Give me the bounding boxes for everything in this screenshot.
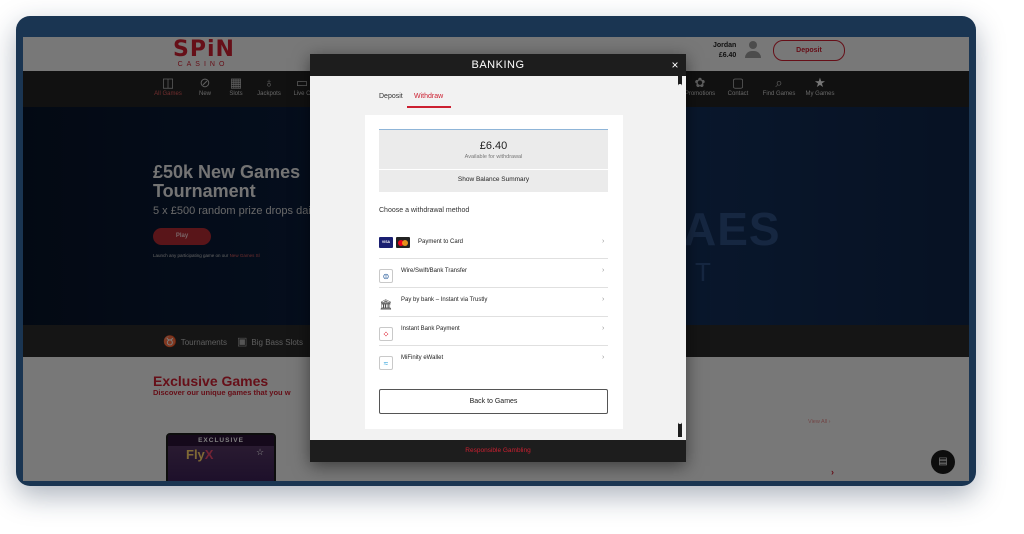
divider [379, 169, 608, 170]
tab-withdraw[interactable]: Withdraw [414, 93, 443, 100]
method-label: Wire/Swift/Bank Transfer [401, 268, 468, 274]
banking-modal: BANKING × Deposit Withdraw £6.40 Availab… [310, 54, 686, 462]
page-viewport: SPiN CASINO Jordan £6.40 Deposit ◫ All G… [23, 37, 969, 481]
show-balance-summary-button[interactable]: Show Balance Summary [379, 176, 608, 183]
mastercard-icon [396, 237, 410, 248]
method-instant-bank-payment[interactable]: ⁘ Instant Bank Payment › [379, 317, 608, 346]
chevron-right-icon: › [602, 238, 605, 245]
withdrawal-method-heading: Choose a withdrawal method [379, 207, 470, 214]
chevron-right-icon: › [602, 325, 605, 332]
modal-scrollbar[interactable] [678, 76, 682, 437]
method-trustly[interactable]: 🏛 Pay by bank – Instant via Trustly › [379, 288, 608, 317]
method-label: Pay by bank – Instant via Trustly [401, 297, 488, 303]
method-wire-transfer[interactable]: ⊜ Wire/Swift/Bank Transfer › [379, 259, 608, 288]
chevron-right-icon: › [602, 267, 605, 274]
method-payment-to-card[interactable]: VISA Payment to Card › [379, 230, 608, 259]
visa-icon: VISA [379, 237, 393, 248]
scrollbar-thumb[interactable] [678, 84, 682, 424]
method-label: MiFinity eWallet [401, 355, 444, 361]
chevron-right-icon: › [602, 354, 605, 361]
chevron-right-icon: › [602, 296, 605, 303]
browser-frame: SPiN CASINO Jordan £6.40 Deposit ◫ All G… [16, 16, 976, 486]
visa-mastercard-icon: VISA [379, 237, 410, 251]
balance-caption: Available for withdrawal [464, 154, 523, 160]
bank-transfer-icon: ⊜ [379, 269, 393, 283]
balance-box: £6.40 Available for withdrawal Show Bala… [379, 129, 608, 192]
active-tab-indicator [407, 106, 451, 108]
modal-title: BANKING [471, 59, 525, 71]
withdrawable-balance: £6.40 [479, 140, 508, 152]
method-label: Instant Bank Payment [401, 326, 460, 332]
method-label: Payment to Card [418, 239, 464, 245]
withdraw-panel: £6.40 Available for withdrawal Show Bala… [365, 115, 623, 429]
instant-bank-icon: ⁘ [379, 327, 393, 341]
back-to-games-button[interactable]: Back to Games [379, 389, 608, 414]
method-mifinity[interactable]: ≈ MiFinity eWallet › [379, 346, 608, 374]
mifinity-icon: ≈ [379, 356, 393, 370]
close-icon[interactable]: × [668, 54, 682, 76]
tab-deposit[interactable]: Deposit [379, 93, 403, 100]
bank-building-icon: 🏛 [379, 300, 393, 311]
modal-header: BANKING × [310, 54, 686, 76]
responsible-gambling-link[interactable]: Responsible Gambling [310, 440, 686, 462]
